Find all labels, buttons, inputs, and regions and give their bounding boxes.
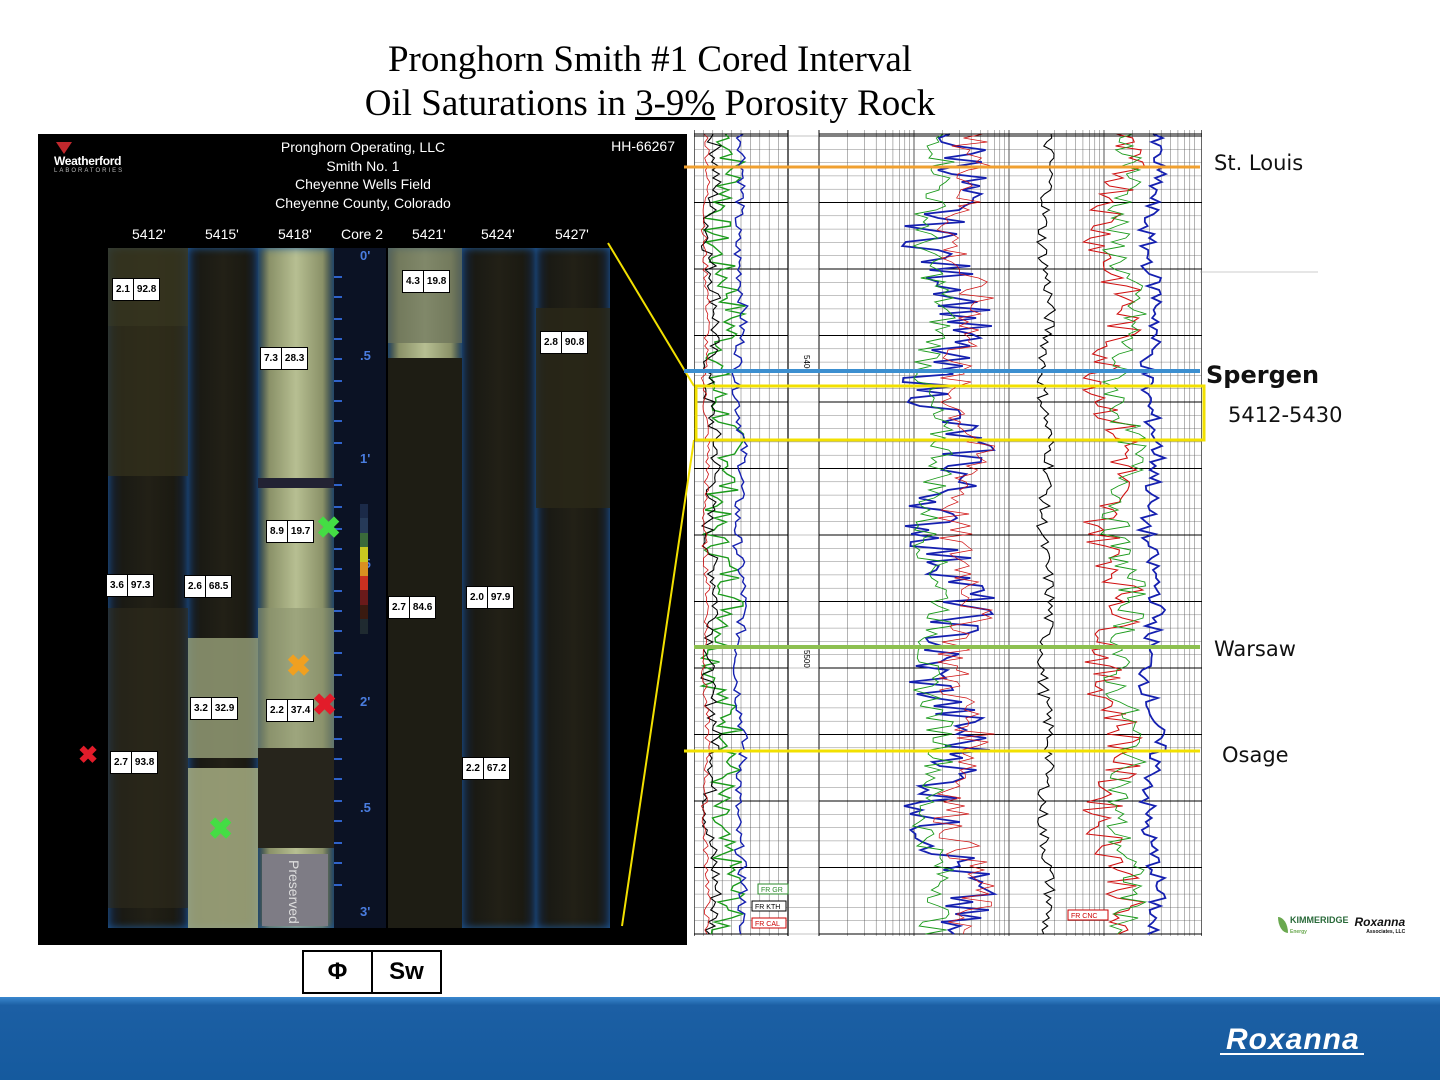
roxanna-logo: Roxanna (1220, 1023, 1364, 1056)
roxanna-associates-logo: Roxanna Associates, LLC (1354, 915, 1406, 935)
kimmeridge-logo: KIMMERIDGE Energy (1278, 915, 1349, 935)
leaf-icon (1278, 917, 1288, 933)
formation-spergen: Spergen (1206, 361, 1320, 389)
formation-osage: Osage (1222, 743, 1289, 767)
cored-interval: 5412-5430 (1228, 403, 1343, 427)
footer-bar: Roxanna (0, 997, 1440, 1080)
partner-logos: KIMMERIDGE Energy Roxanna Associates, LLC (1278, 915, 1405, 935)
formation-warsaw: Warsaw (1214, 637, 1296, 661)
formation-st-louis: St. Louis (1214, 151, 1304, 175)
